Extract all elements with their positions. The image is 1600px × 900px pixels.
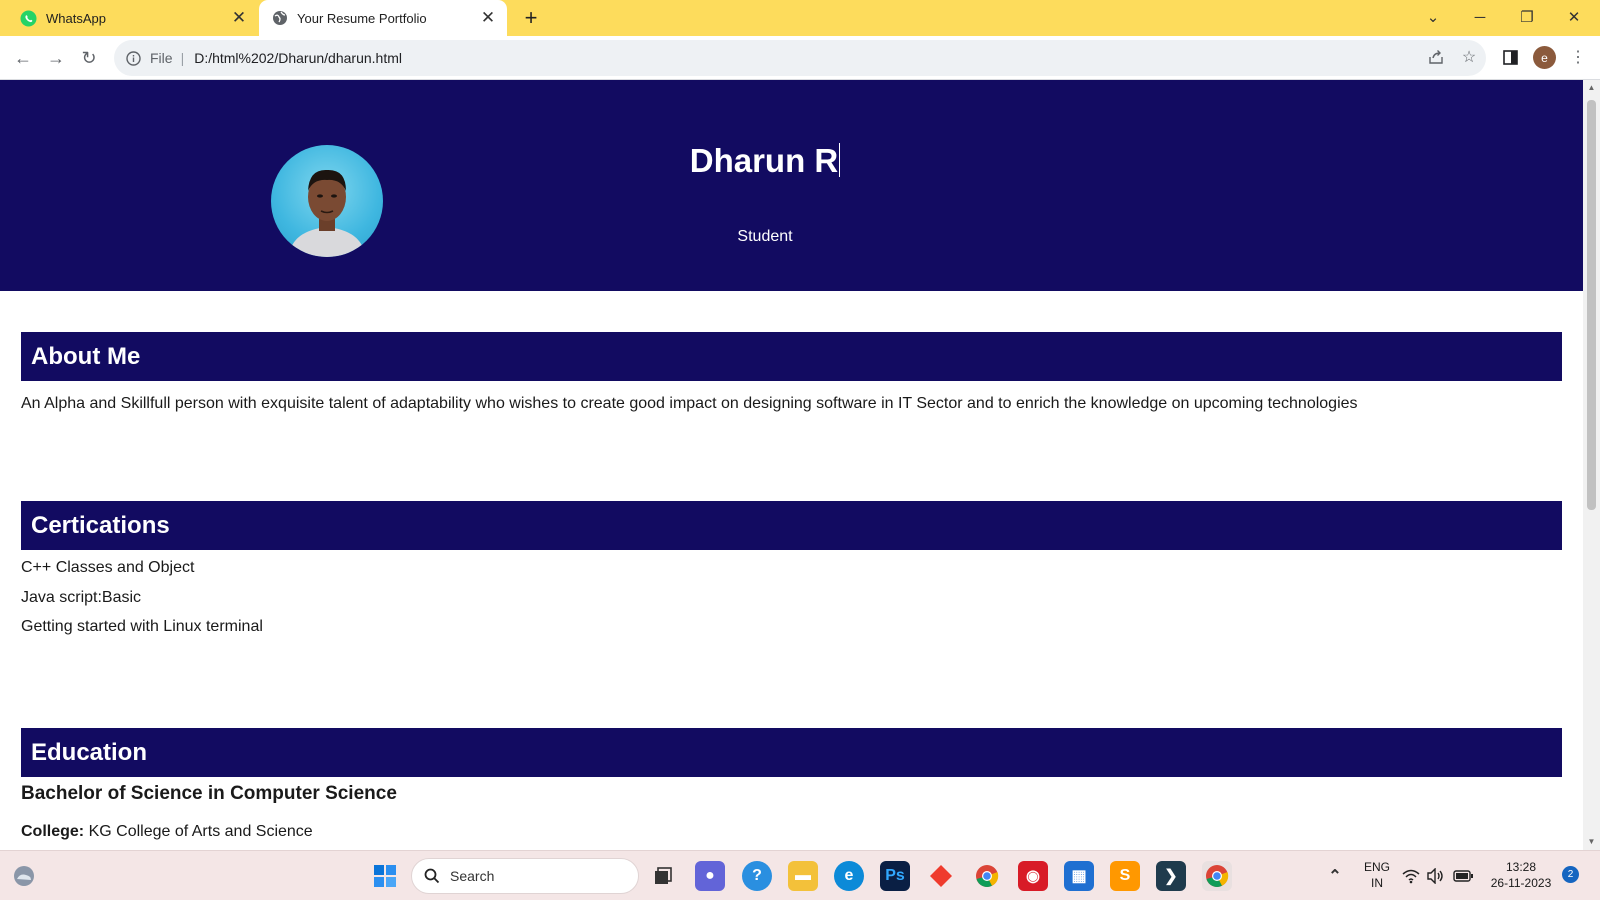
tab-title: WhatsApp: [46, 10, 106, 26]
close-icon[interactable]: ✕: [477, 7, 499, 29]
weather-icon[interactable]: [9, 861, 39, 891]
certifications-heading: Certications: [21, 501, 1562, 550]
address-bar[interactable]: File | D:/html%202/Dharun/dharun.html: [114, 40, 1486, 76]
clock-date: 26-11-2023: [1490, 876, 1552, 890]
taskbar-search[interactable]: Search: [411, 858, 639, 894]
minimize-button[interactable]: ─: [1457, 0, 1503, 34]
notification-badge[interactable]: 2: [1562, 866, 1579, 883]
tab-resume-portfolio[interactable]: Your Resume Portfolio ✕: [259, 0, 507, 36]
candidate-name-text: Dharun R: [689, 142, 839, 179]
globe-icon: [271, 10, 288, 27]
candidate-role: Student: [737, 228, 793, 245]
git-bash-icon[interactable]: ❯: [1156, 861, 1186, 891]
info-icon[interactable]: [124, 49, 142, 67]
certification-item: Getting started with Linux terminal: [21, 618, 263, 635]
reload-icon[interactable]: ↻: [74, 43, 104, 73]
whatsapp-icon: [20, 10, 37, 27]
tab-whatsapp[interactable]: WhatsApp ✕: [0, 0, 258, 36]
resume-header: Dharun R Student: [0, 80, 1583, 291]
close-window-button[interactable]: ✕: [1551, 0, 1597, 34]
certification-item: C++ Classes and Object: [21, 559, 195, 576]
college-name: KG College of Arts and Science: [88, 823, 313, 840]
browser-toolbar: ← → ↻ File | D:/html%202/Dharun/dharun.h…: [0, 36, 1600, 80]
microsoft-store-icon[interactable]: ▦: [1064, 861, 1094, 891]
education-degree: Bachelor of Science in Computer Science: [21, 783, 397, 804]
edge-browser-icon[interactable]: e: [834, 861, 864, 891]
sublime-text-icon[interactable]: S: [1110, 861, 1140, 891]
about-heading: About Me: [21, 332, 1562, 381]
close-icon[interactable]: ✕: [228, 7, 250, 29]
url-scheme: File: [150, 50, 173, 66]
profile-avatar[interactable]: e: [1533, 46, 1556, 69]
chevron-up-icon[interactable]: ⌃: [1320, 861, 1350, 891]
volume-icon[interactable]: [1425, 861, 1447, 891]
search-icon: [424, 868, 440, 884]
new-tab-button[interactable]: +: [518, 5, 544, 31]
tab-title: Your Resume Portfolio: [297, 10, 427, 26]
bookmark-star-icon[interactable]: ☆: [1456, 44, 1482, 70]
page-scrollbar[interactable]: ▲ ▼: [1583, 80, 1600, 850]
screen-recorder-icon[interactable]: ◉: [1018, 861, 1048, 891]
file-explorer-icon[interactable]: ▬: [788, 861, 818, 891]
language-region: IN: [1371, 876, 1383, 890]
scrollbar-thumb[interactable]: [1587, 100, 1596, 510]
share-icon[interactable]: [1423, 44, 1449, 70]
more-menu-icon[interactable]: ⋮: [1565, 44, 1591, 70]
start-windows-icon[interactable]: [370, 861, 400, 891]
certification-item: Java script:Basic: [21, 589, 142, 606]
education-heading: Education: [21, 728, 1562, 777]
language-indicator[interactable]: ENG IN: [1359, 859, 1395, 891]
profile-photo: [271, 145, 383, 257]
chrome-icon[interactable]: [972, 861, 1002, 891]
education-college: College: KG College of Arts and Science: [21, 823, 313, 841]
tab-strip: WhatsApp ✕ Your Resume Portfolio ✕ + ⌄ ─…: [0, 0, 1600, 36]
back-arrow-icon[interactable]: ←: [8, 43, 38, 73]
about-text: An Alpha and Skillfull person with exqui…: [21, 395, 1358, 412]
url-separator: |: [180, 50, 185, 66]
college-label: College:: [21, 823, 85, 840]
photoshop-icon[interactable]: Ps: [880, 861, 910, 891]
battery-icon[interactable]: [1451, 861, 1475, 891]
scroll-down-icon[interactable]: ▼: [1587, 837, 1596, 846]
task-view-icon[interactable]: [648, 861, 678, 891]
page-viewport: Dharun R Student About Me An Alpha and S…: [0, 80, 1583, 850]
windows-taskbar: Search ● ? ▬ e Ps ◉ ▦ S ❯ ⌃ ENG IN 13:28…: [0, 850, 1600, 900]
help-app-icon[interactable]: ?: [742, 861, 772, 891]
tab-search-chevron-icon[interactable]: ⌄: [1410, 0, 1456, 34]
clock[interactable]: 13:28 26-11-2023: [1486, 859, 1556, 891]
wifi-icon[interactable]: [1400, 861, 1422, 891]
language-code: ENG: [1363, 860, 1390, 874]
teams-chat-icon[interactable]: ●: [695, 861, 725, 891]
scroll-up-icon[interactable]: ▲: [1587, 83, 1596, 92]
search-label: Search: [450, 868, 495, 884]
anydesk-icon[interactable]: [926, 861, 956, 891]
forward-arrow-icon[interactable]: →: [41, 43, 71, 73]
text-cursor: [839, 143, 841, 177]
restore-button[interactable]: ❐: [1504, 0, 1550, 34]
clock-time: 13:28: [1505, 860, 1537, 874]
url-text[interactable]: D:/html%202/Dharun/dharun.html: [194, 50, 402, 66]
candidate-name: Dharun R: [640, 142, 890, 180]
chrome-profile-active-icon[interactable]: [1202, 861, 1232, 891]
side-panel-icon[interactable]: [1497, 44, 1523, 70]
